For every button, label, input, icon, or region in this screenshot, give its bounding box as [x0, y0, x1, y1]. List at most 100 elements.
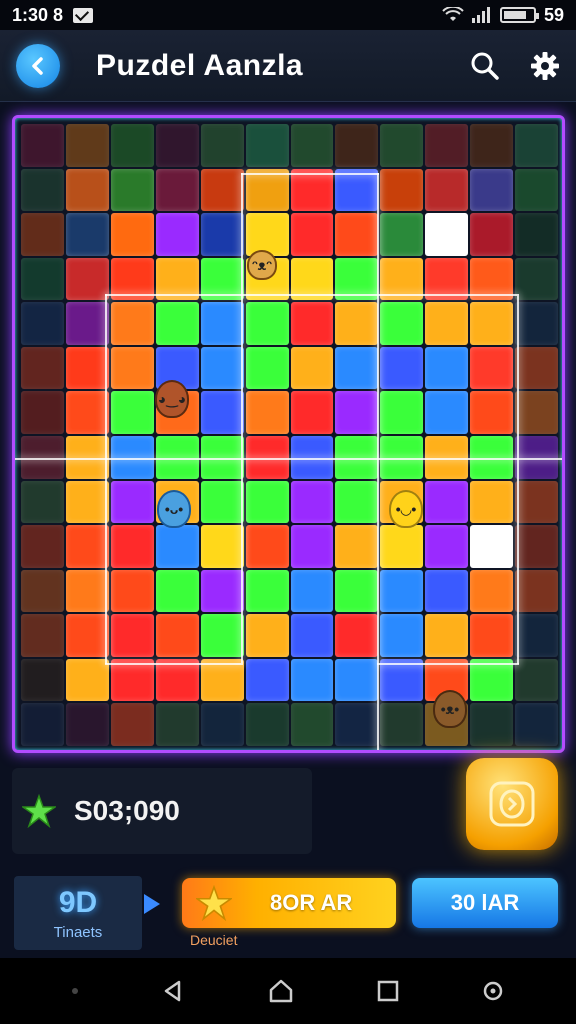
puzzle-tile[interactable]	[515, 480, 558, 524]
puzzle-tile[interactable]	[21, 703, 64, 746]
puzzle-tile[interactable]	[200, 525, 244, 568]
puzzle-tile[interactable]	[290, 124, 334, 167]
puzzle-tile[interactable]	[245, 213, 289, 256]
puzzle-tile[interactable]	[155, 658, 199, 702]
puzzle-tile[interactable]	[290, 525, 334, 568]
puzzle-tile[interactable]	[290, 480, 334, 524]
puzzle-tile[interactable]	[65, 703, 109, 746]
blue-action-button[interactable]: 30 lAR	[412, 878, 558, 928]
puzzle-tile[interactable]	[470, 480, 514, 524]
puzzle-tile[interactable]	[425, 213, 469, 256]
puzzle-tile[interactable]	[110, 480, 154, 524]
puzzle-tile[interactable]	[470, 213, 514, 256]
puzzle-tile[interactable]	[425, 614, 469, 657]
puzzle-tile[interactable]	[245, 391, 289, 434]
puzzle-tile[interactable]	[245, 569, 289, 613]
puzzle-tile[interactable]	[380, 658, 424, 702]
puzzle-tile[interactable]	[245, 124, 289, 167]
puzzle-tile[interactable]	[110, 302, 154, 345]
puzzle-tile[interactable]	[425, 569, 469, 613]
puzzle-tile[interactable]	[200, 346, 244, 390]
puzzle-tile[interactable]	[380, 124, 424, 167]
nav-home-icon[interactable]	[268, 978, 294, 1004]
puzzle-tile[interactable]	[335, 302, 379, 345]
puzzle-tile[interactable]	[155, 124, 199, 167]
puzzle-tile[interactable]	[470, 658, 514, 702]
gear-icon[interactable]	[530, 51, 560, 81]
puzzle-tile[interactable]	[65, 569, 109, 613]
puzzle-tile[interactable]	[335, 614, 379, 657]
puzzle-tile[interactable]	[290, 658, 334, 702]
puzzle-tile[interactable]	[335, 480, 379, 524]
puzzle-tile[interactable]	[200, 569, 244, 613]
puzzle-tile[interactable]	[110, 703, 154, 746]
puzzle-tile[interactable]	[515, 213, 558, 256]
puzzle-tile[interactable]	[425, 124, 469, 167]
puzzle-tile[interactable]	[470, 703, 514, 746]
puzzle-tile[interactable]	[380, 525, 424, 568]
puzzle-tile[interactable]	[380, 302, 424, 345]
puzzle-tile[interactable]	[21, 257, 64, 301]
puzzle-tile[interactable]	[290, 346, 334, 390]
puzzle-tile[interactable]	[470, 525, 514, 568]
puzzle-tile[interactable]	[110, 124, 154, 167]
puzzle-tile[interactable]	[200, 480, 244, 524]
puzzle-tile[interactable]	[21, 124, 64, 167]
puzzle-tile[interactable]	[245, 346, 289, 390]
hint-button[interactable]	[466, 758, 558, 850]
puzzle-tile[interactable]	[470, 614, 514, 657]
puzzle-tile[interactable]	[21, 168, 64, 212]
puzzle-tile[interactable]	[290, 213, 334, 256]
puzzle-tile[interactable]	[470, 391, 514, 434]
puzzle-tile[interactable]	[290, 569, 334, 613]
puzzle-tile[interactable]	[380, 614, 424, 657]
puzzle-tile[interactable]	[65, 213, 109, 256]
puzzle-tile[interactable]	[200, 391, 244, 434]
puzzle-tile[interactable]	[470, 168, 514, 212]
puzzle-tile[interactable]	[155, 614, 199, 657]
puzzle-tile[interactable]	[470, 124, 514, 167]
tickets-panel[interactable]: 9D Tinaets	[14, 876, 142, 950]
puzzle-tile[interactable]	[245, 302, 289, 345]
orange-action-button[interactable]: 8OR AR	[182, 878, 396, 928]
nav-extra-icon[interactable]	[482, 980, 504, 1002]
puzzle-tile[interactable]	[110, 391, 154, 434]
puzzle-tile[interactable]	[380, 391, 424, 434]
search-icon[interactable]	[470, 51, 500, 81]
puzzle-tile[interactable]	[470, 346, 514, 390]
puzzle-tile[interactable]	[65, 346, 109, 390]
puzzle-tile[interactable]	[335, 213, 379, 256]
puzzle-tile[interactable]	[515, 703, 558, 746]
puzzle-tile[interactable]	[21, 525, 64, 568]
puzzle-tile[interactable]	[335, 391, 379, 434]
puzzle-tile[interactable]	[110, 614, 154, 657]
puzzle-tile[interactable]	[200, 658, 244, 702]
nav-back-icon[interactable]	[161, 979, 185, 1003]
squirrel-character-piece[interactable]: •ᴥ•	[433, 690, 467, 728]
puzzle-tile[interactable]	[245, 658, 289, 702]
puzzle-tile[interactable]	[65, 168, 109, 212]
puzzle-tile[interactable]	[21, 213, 64, 256]
puzzle-tile[interactable]	[110, 168, 154, 212]
puzzle-board[interactable]: ◕‿◕ •ᴗ• •◡• •ᴥ• ᵔᴥᵔ	[12, 115, 565, 753]
puzzle-tile[interactable]	[290, 703, 334, 746]
puzzle-tile[interactable]	[200, 213, 244, 256]
puzzle-tile[interactable]	[515, 614, 558, 657]
nav-recents-icon[interactable]	[377, 980, 399, 1002]
puzzle-tile[interactable]	[380, 703, 424, 746]
puzzle-tile[interactable]	[155, 703, 199, 746]
puzzle-tile[interactable]	[290, 614, 334, 657]
puzzle-tile[interactable]	[200, 168, 244, 212]
puzzle-tile[interactable]	[425, 302, 469, 345]
puzzle-tile[interactable]	[21, 346, 64, 390]
puzzle-tile[interactable]	[155, 569, 199, 613]
puzzle-tile[interactable]	[245, 525, 289, 568]
puzzle-tile[interactable]	[425, 525, 469, 568]
puzzle-tile[interactable]	[425, 391, 469, 434]
puzzle-tile[interactable]	[335, 703, 379, 746]
puzzle-tile[interactable]	[425, 346, 469, 390]
puzzle-tile[interactable]	[245, 614, 289, 657]
puzzle-tile[interactable]	[470, 569, 514, 613]
puzzle-tile[interactable]	[290, 302, 334, 345]
puzzle-tile[interactable]	[425, 480, 469, 524]
